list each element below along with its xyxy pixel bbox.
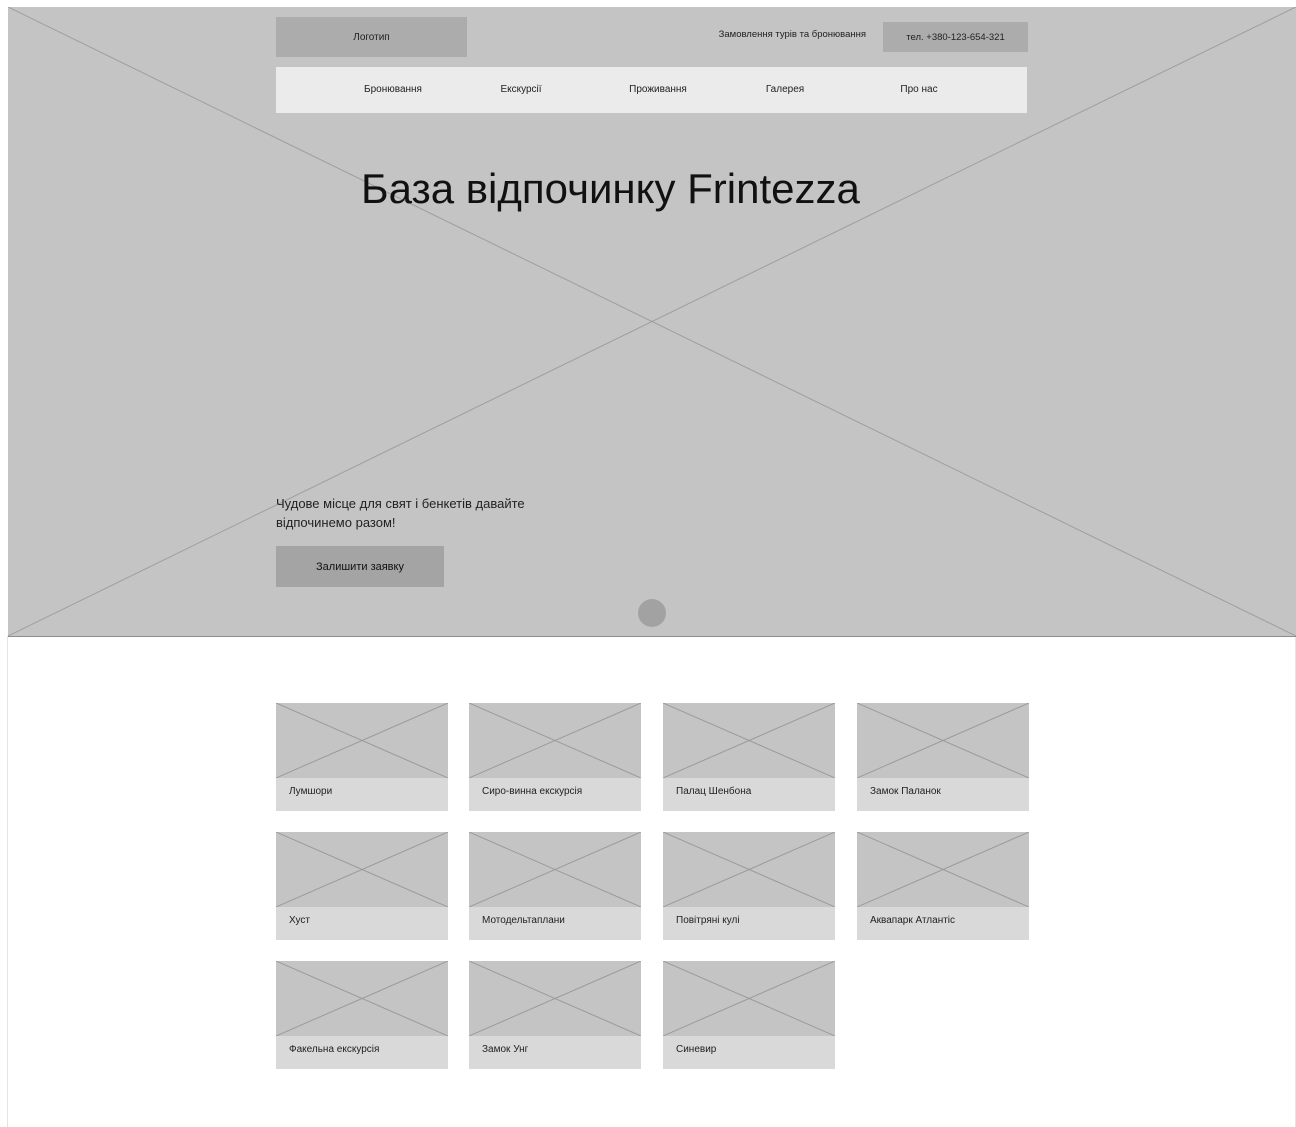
tour-card-label: Сиро-винна екскурсія <box>482 786 583 797</box>
tour-image-placeholder <box>469 703 641 778</box>
phone-button[interactable]: тел. +380-123-654-321 <box>883 22 1028 52</box>
tour-image-placeholder <box>276 832 448 907</box>
tour-card-atlantis-aquapark[interactable]: Аквапарк Атлантіс <box>857 832 1029 940</box>
nav-item-booking[interactable]: Бронювання <box>364 67 422 113</box>
tour-card-hang-gliders[interactable]: Мотодельтаплани <box>469 832 641 940</box>
leave-request-label: Залишити заявку <box>316 560 404 573</box>
tour-image-placeholder <box>857 703 1029 778</box>
tour-card-torch-excursion[interactable]: Факельна екскурсія <box>276 961 448 1069</box>
tour-card-label: Лумшори <box>289 786 333 797</box>
tour-image-placeholder <box>469 961 641 1036</box>
tour-card-label: Мотодельтаплани <box>482 915 565 926</box>
tour-card-palanok-castle[interactable]: Замок Паланок <box>857 703 1029 811</box>
tour-card-lumshory[interactable]: Лумшори <box>276 703 448 811</box>
nav-item-about[interactable]: Про нас <box>900 67 937 113</box>
tour-image-placeholder <box>663 703 835 778</box>
tour-card-label: Палац Шенбона <box>676 786 752 797</box>
phone-label: тел. +380-123-654-321 <box>906 31 1005 43</box>
tour-card-label: Замок Унг <box>482 1044 529 1055</box>
leave-request-button[interactable]: Залишити заявку <box>276 546 444 587</box>
tour-card-label: Хуст <box>289 915 310 926</box>
tour-card-ung-castle[interactable]: Замок Унг <box>469 961 641 1069</box>
tour-card-label: Факельна екскурсія <box>289 1044 380 1055</box>
logo[interactable]: Логотип <box>276 17 467 57</box>
slider-dot[interactable] <box>638 599 666 627</box>
tour-image-placeholder <box>857 832 1029 907</box>
hero-section: Логотип Замовлення турів та бронювання т… <box>8 7 1296 637</box>
logo-label: Логотип <box>353 31 390 43</box>
tour-card-cheese-wine[interactable]: Сиро-винна екскурсія <box>469 703 641 811</box>
nav-item-gallery[interactable]: Галерея <box>766 67 804 113</box>
main-nav: Бронювання Екскурсії Проживання Галерея … <box>276 67 1027 113</box>
tour-card-hot-air-balloons[interactable]: Повітряні кулі <box>663 832 835 940</box>
tour-image-placeholder <box>663 961 835 1036</box>
tour-card-label: Синевир <box>676 1044 717 1055</box>
tour-image-placeholder <box>276 703 448 778</box>
nav-item-excursions[interactable]: Екскурсії <box>500 67 541 113</box>
tour-card-label: Замок Паланок <box>870 786 941 797</box>
page-frame-left-edge <box>7 636 8 1127</box>
hero-title: База відпочинку Frintezza <box>361 165 860 212</box>
tour-card-label: Аквапарк Атлантіс <box>870 915 956 926</box>
tour-card-schonborn-palace[interactable]: Палац Шенбона <box>663 703 835 811</box>
tour-card-synevyr[interactable]: Синевир <box>663 961 835 1069</box>
tour-image-placeholder <box>469 832 641 907</box>
booking-link[interactable]: Замовлення турів та бронювання <box>668 29 866 40</box>
tour-image-placeholder <box>663 832 835 907</box>
tour-card-khust[interactable]: Хуст <box>276 832 448 940</box>
tour-image-placeholder <box>276 961 448 1036</box>
tour-card-label: Повітряні кулі <box>676 915 740 926</box>
nav-item-accommodation[interactable]: Проживання <box>629 67 687 113</box>
hero-subtitle: Чудове місце для свят і бенкетів давайте… <box>276 496 525 530</box>
